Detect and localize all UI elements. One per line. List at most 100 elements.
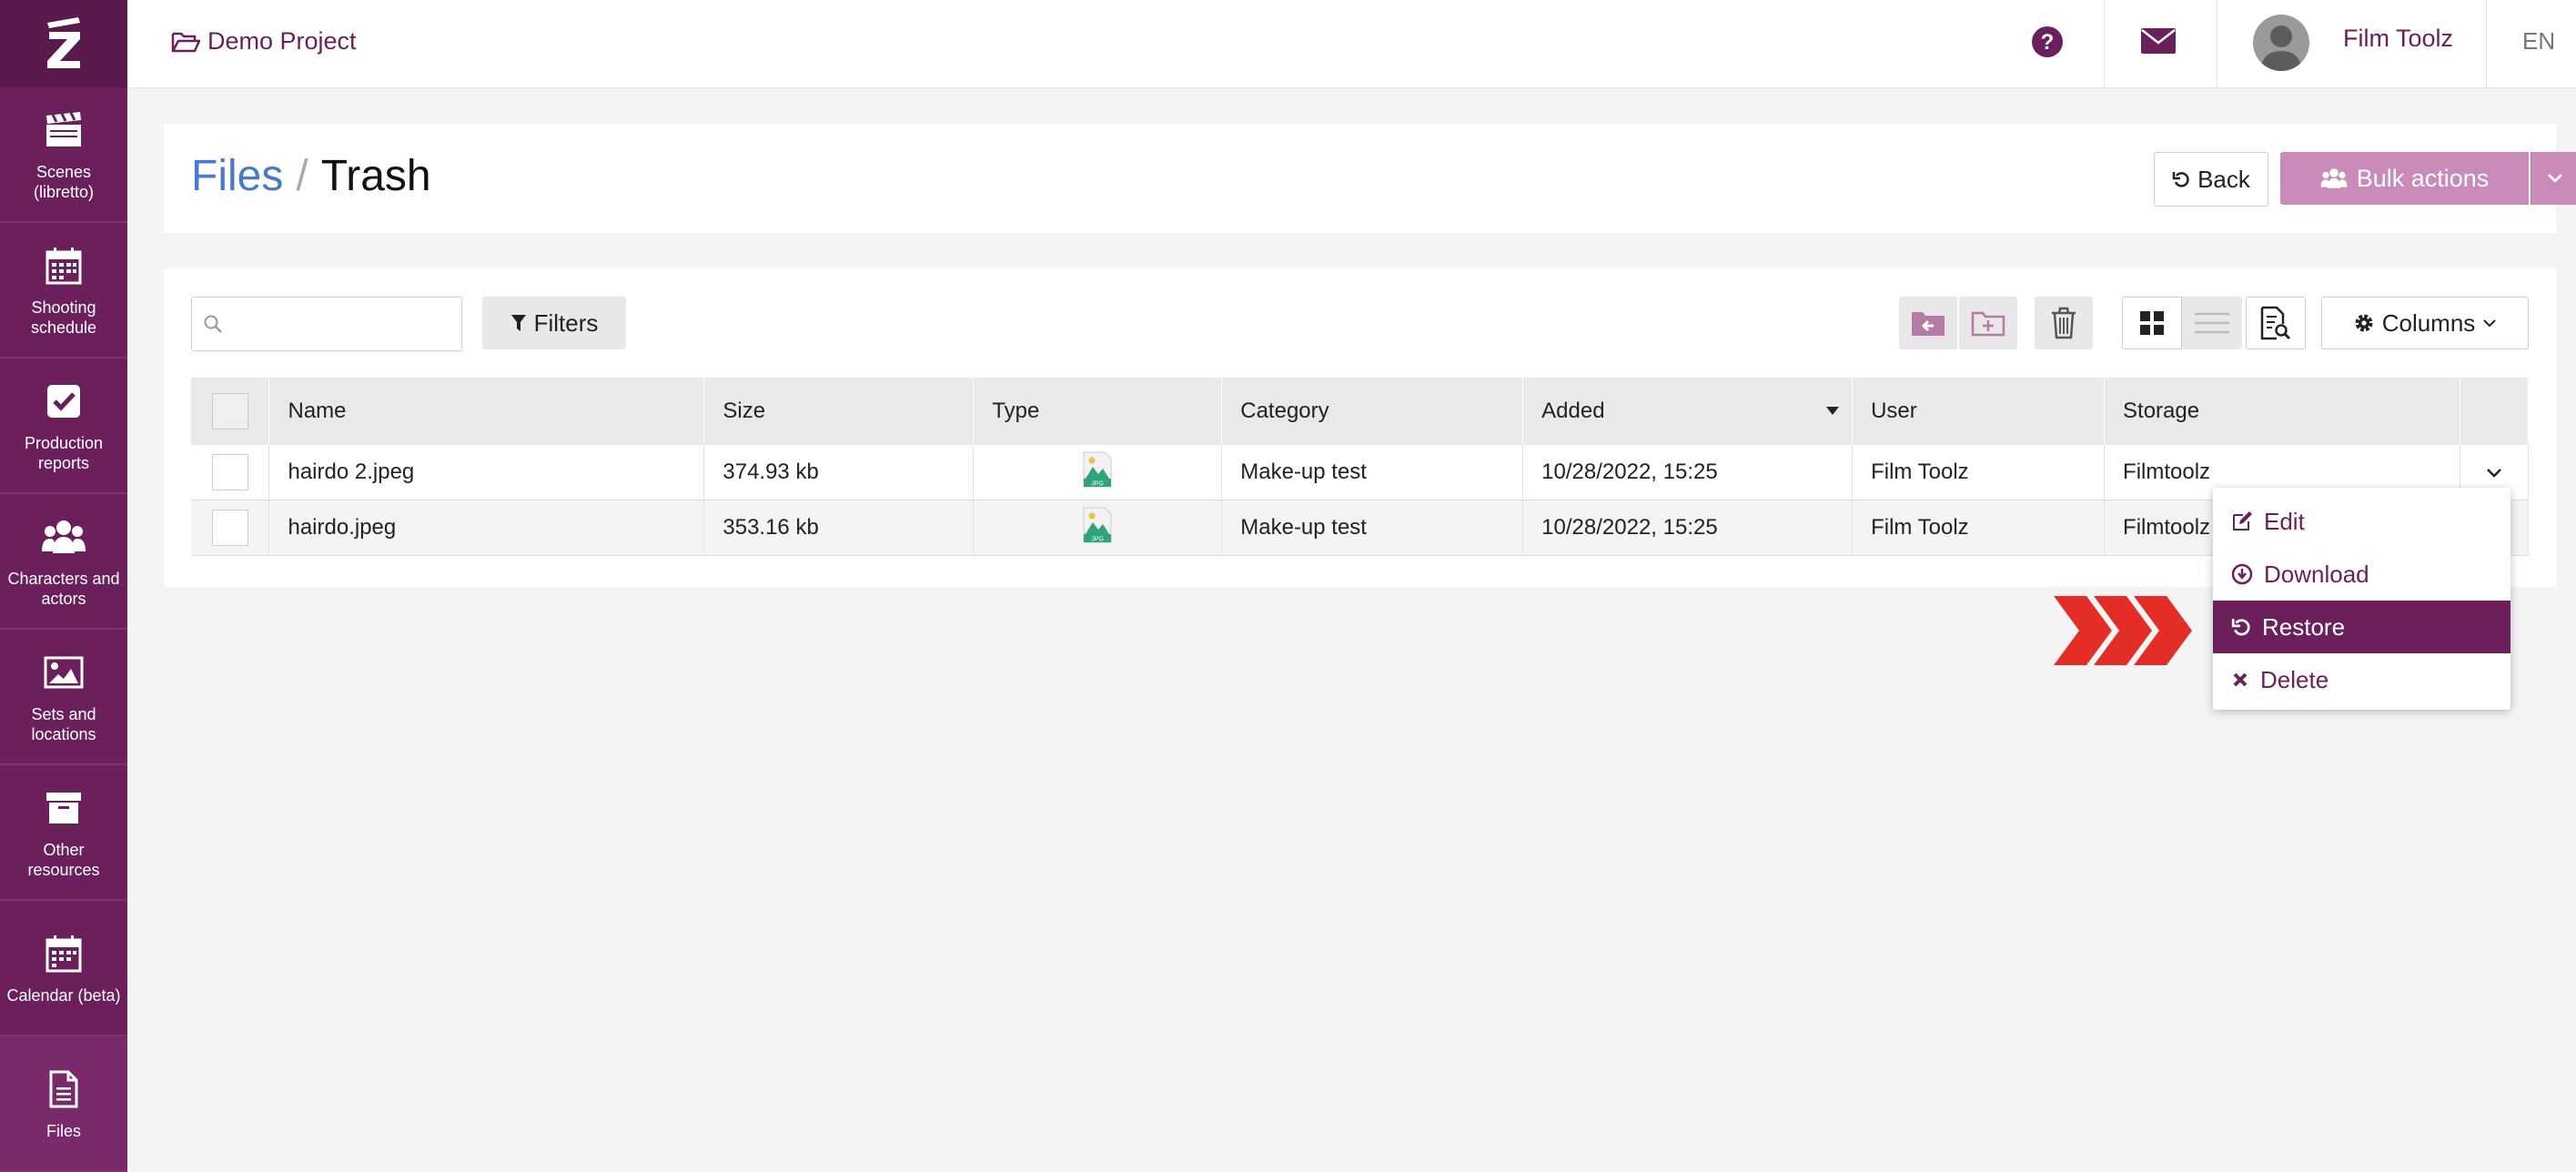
menu-item-label: Download [2264, 560, 2369, 588]
page-title: Trash [320, 152, 431, 200]
sidebar-item-label: Shooting schedule [30, 298, 97, 337]
columns-button[interactable]: Columns [2321, 297, 2529, 349]
envelope-icon [2141, 28, 2176, 54]
clapperboard-icon [46, 111, 81, 146]
chevron-down-icon [2487, 469, 2501, 478]
language-selector[interactable]: EN [2522, 27, 2555, 56]
row-actions-menu: Edit Download Restore Delete [2213, 488, 2510, 710]
project-selector[interactable]: Demo Project [171, 27, 357, 56]
project-name: Demo Project [207, 27, 357, 55]
column-header-added[interactable]: Added [1522, 378, 1854, 445]
app-logo[interactable] [0, 0, 127, 87]
user-name[interactable]: Film Toolz [2343, 25, 2453, 53]
trash-button[interactable] [2035, 297, 2093, 349]
question-circle-icon: ? [2032, 26, 2063, 57]
sidebar-item-sets[interactable]: Sets and locations [0, 630, 127, 765]
restore-icon [2231, 619, 2250, 636]
search-input[interactable] [191, 297, 462, 351]
column-header-category[interactable]: Category [1221, 378, 1524, 445]
sidebar-item-calendar[interactable]: Calendar (beta) [0, 901, 127, 1036]
messages-button[interactable] [2140, 27, 2177, 59]
table-header-row: Name Size Type Category Added User Stora… [191, 378, 2530, 445]
row-checkbox[interactable] [211, 454, 248, 490]
file-name[interactable]: hairdo 2.jpeg [268, 445, 705, 500]
files-panel: Filters Columns Name Size Type Category … [164, 268, 2556, 587]
users-icon [42, 520, 86, 553]
sidebar-item-files[interactable]: Files [0, 1036, 127, 1172]
column-header-type[interactable]: Type [973, 378, 1223, 445]
sidebar-item-characters[interactable]: Characters and actors [0, 494, 127, 630]
sidebar-item-label: Characters and actors [7, 569, 120, 608]
select-all-checkbox[interactable] [211, 393, 248, 429]
folder-plus-icon [1971, 311, 2005, 337]
row-checkbox[interactable] [211, 510, 248, 546]
bulk-actions-dropdown-toggle[interactable] [2531, 152, 2576, 205]
file-category: Make-up test [1221, 500, 1524, 556]
user-avatar-icon [2260, 25, 2302, 71]
gear-icon [2355, 314, 2373, 332]
file-size: 353.16 kb [703, 500, 975, 556]
top-divider [2486, 0, 2487, 87]
breadcrumb: Files / Trash [191, 151, 431, 201]
file-type-cell: JPG [973, 500, 1223, 556]
sidebar-item-production-reports[interactable]: Production reports [0, 359, 127, 494]
filters-button-label: Filters [533, 308, 599, 337]
file-icon [49, 1070, 78, 1107]
file-added: 10/28/2022, 15:25 [1522, 500, 1854, 556]
chevron-down-icon [2483, 319, 2497, 328]
jpg-file-icon: JPG [1083, 507, 1112, 542]
menu-item-label: Edit [2264, 507, 2305, 535]
list-view-button[interactable] [2182, 297, 2242, 349]
column-header-added-label: Added [1541, 399, 1605, 423]
move-to-folder-button[interactable] [1899, 297, 1957, 349]
preview-button[interactable] [2246, 297, 2306, 349]
image-icon [44, 656, 84, 688]
select-all-cell [191, 378, 270, 445]
column-header-user[interactable]: User [1852, 378, 2106, 445]
file-user: Film Toolz [1852, 445, 2106, 500]
file-user: Film Toolz [1852, 500, 2106, 556]
chevron-arrows-icon [2054, 596, 2192, 665]
svg-text:?: ? [2041, 30, 2055, 55]
column-header-size[interactable]: Size [703, 378, 975, 445]
sidebar-item-label: Sets and locations [31, 704, 96, 743]
column-header-name[interactable]: Name [268, 378, 705, 445]
file-type-label: JPG [1091, 480, 1104, 487]
avatar[interactable] [2253, 15, 2309, 71]
calendar-icon [45, 935, 82, 972]
sidebar-item-label: Files [45, 1121, 81, 1140]
column-header-storage[interactable]: Storage [2104, 378, 2460, 445]
table-row[interactable]: hairdo 2.jpeg 374.93 kb JPG Make-up test… [191, 445, 2530, 500]
menu-item-restore[interactable]: Restore [2213, 601, 2510, 653]
sidebar-item-other-resources[interactable]: Other resources [0, 765, 127, 901]
chevron-down-icon [2548, 174, 2562, 183]
table-row[interactable]: hairdo.jpeg 353.16 kb JPG Make-up test 1… [191, 500, 2530, 556]
row-select-cell [191, 500, 270, 556]
trash-icon [2052, 307, 2076, 339]
menu-item-delete[interactable]: Delete [2213, 653, 2510, 706]
bulk-actions-button[interactable]: Bulk actions [2280, 152, 2529, 205]
sidebar-item-scenes[interactable]: Scenes (libretto) [0, 87, 127, 223]
breadcrumb-files-link[interactable]: Files [191, 152, 283, 200]
top-bar: Demo Project ? Film Toolz EN [127, 0, 2576, 88]
top-divider [2104, 0, 2105, 87]
undo-icon [2172, 172, 2189, 187]
page-header: Files / Trash Back Bulk actions [164, 124, 2576, 233]
menu-item-download[interactable]: Download [2213, 548, 2510, 601]
grid-view-button[interactable] [2122, 297, 2182, 349]
help-button[interactable]: ? [2031, 25, 2064, 63]
menu-item-edit[interactable]: Edit [2213, 495, 2510, 548]
filters-button[interactable]: Filters [482, 297, 626, 349]
search-icon [204, 315, 222, 333]
back-button[interactable]: Back [2154, 152, 2268, 207]
calendar-grid-icon [45, 247, 82, 284]
file-type-cell: JPG [973, 445, 1223, 500]
file-name[interactable]: hairdo.jpeg [268, 500, 705, 556]
grid-icon [2140, 311, 2164, 335]
archive-box-icon [46, 792, 81, 823]
checkbox-icon [47, 384, 80, 418]
sidebar-item-label: Calendar (beta) [6, 985, 121, 1005]
new-folder-button[interactable] [1959, 297, 2017, 349]
filter-icon [510, 315, 526, 331]
sidebar-item-shooting-schedule[interactable]: Shooting schedule [0, 223, 127, 359]
